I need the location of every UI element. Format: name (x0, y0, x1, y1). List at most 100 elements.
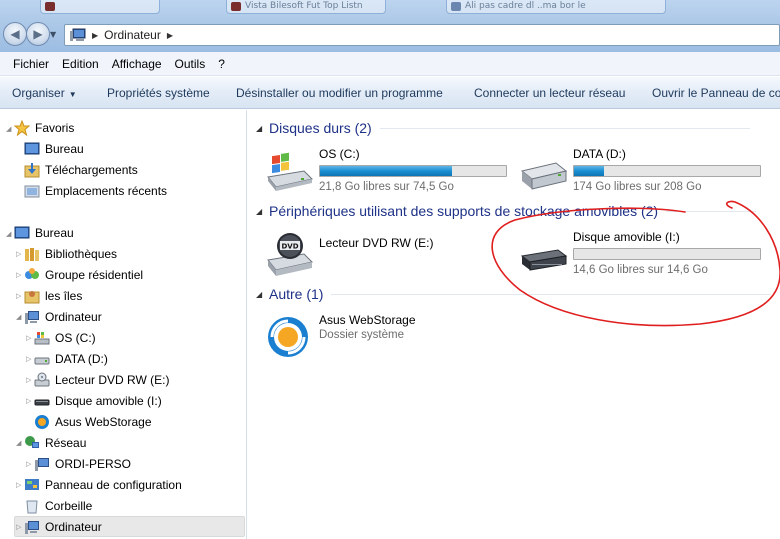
recent-pages-dropdown-icon[interactable]: ▼ (50, 30, 56, 39)
homegroup-icon (24, 267, 40, 283)
sidebar-item-drive-e[interactable]: Lecteur DVD RW (E:) (34, 370, 169, 390)
sidebar-item-network[interactable]: Réseau (24, 433, 86, 453)
computer-icon (24, 519, 40, 535)
sidebar-item-network-computer[interactable]: ORDI-PERSO (34, 454, 131, 474)
group-divider (379, 127, 750, 129)
forward-button[interactable]: ▶ (26, 22, 50, 46)
sidebar-item-computer[interactable]: Ordinateur (24, 307, 102, 327)
expand-arrow-icon[interactable]: ▷ (26, 397, 34, 405)
group-header-other[interactable]: Autre (1) (269, 284, 772, 304)
sidebar-item-label: Ordinateur (45, 310, 102, 324)
sidebar-item-bureau[interactable]: Bureau (24, 139, 84, 159)
menu-edition[interactable]: Edition (62, 57, 99, 71)
control-panel-icon (24, 477, 40, 493)
expand-arrow-icon[interactable]: ▷ (26, 355, 34, 363)
sidebar-item-label: Ordinateur (45, 520, 102, 534)
menu-outils[interactable]: Outils (175, 57, 206, 71)
sidebar-item-recycle-bin[interactable]: Corbeille (24, 496, 92, 516)
map-network-drive-button[interactable]: Connecter un lecteur réseau (474, 86, 625, 100)
expand-arrow-icon[interactable]: ▷ (26, 460, 34, 468)
background-tab[interactable]: Ali pas cadre dl ..ma bor le (446, 0, 666, 14)
expand-arrow-icon[interactable]: ▷ (16, 481, 24, 489)
sidebar-item-label: Corbeille (45, 499, 93, 513)
drive-name: DATA (D:) (573, 147, 626, 161)
breadcrumb-separator-icon[interactable]: ▶ (167, 31, 173, 40)
sidebar-item-drive-c[interactable]: OS (C:) (34, 328, 96, 348)
item-subtitle: Dossier système (319, 329, 404, 341)
sidebar-item-label: Réseau (45, 436, 87, 450)
sidebar-item-drive-i[interactable]: Disque amovible (I:) (34, 391, 162, 411)
drive-usage-fill (574, 166, 604, 176)
uninstall-program-button[interactable]: Désinstaller ou modifier un programme (236, 86, 443, 100)
expand-arrow-icon[interactable]: ▷ (26, 334, 34, 342)
expand-arrow-icon[interactable]: ▷ (16, 271, 24, 279)
expand-arrow-icon[interactable]: ▷ (16, 292, 24, 300)
sidebar-item-label: Téléchargements (45, 163, 138, 177)
sidebar-item-libraries[interactable]: Bibliothèques (24, 244, 117, 264)
title-bar: Vista Bilesoft Fut Top Listn Ali pas cad… (0, 0, 780, 52)
breadcrumb-separator-icon[interactable]: ▶ (92, 31, 98, 40)
group-header-hard-drives[interactable]: Disques durs (2) (269, 118, 750, 138)
sidebar-item-downloads[interactable]: Téléchargements (24, 160, 138, 180)
sidebar-item-label: Emplacements récents (45, 184, 168, 198)
sidebar-item-label: Groupe résidentiel (45, 268, 144, 282)
sidebar-item-label: DATA (D:) (55, 352, 108, 366)
back-button[interactable]: ◀ (3, 22, 27, 46)
sidebar-item-label: les îles (45, 289, 83, 303)
system-drive-icon (34, 330, 50, 346)
sidebar-item-recent-places[interactable]: Emplacements récents (24, 181, 167, 201)
group-header-removable[interactable]: Périphériques utilisant des supports de … (269, 201, 757, 221)
chevron-down-icon: ▼ (68, 90, 77, 99)
breadcrumb-item[interactable]: Ordinateur (104, 28, 161, 42)
drive-tile-c[interactable]: OS (C:) 21,8 Go libres sur 74,5 Go (266, 147, 516, 195)
sidebar-item-computer-selected[interactable]: Ordinateur (24, 517, 102, 537)
drive-tile-i[interactable]: Disque amovible (I:) 14,6 Go libres sur … (520, 230, 770, 278)
expand-arrow-icon[interactable]: ▷ (16, 250, 24, 258)
sidebar-item-label: Favoris (35, 121, 75, 135)
expand-arrow-icon[interactable]: ▷ (16, 523, 24, 531)
drive-tile-d[interactable]: DATA (D:) 174 Go libres sur 208 Go (520, 147, 770, 195)
sidebar-item-label: OS (C:) (55, 331, 96, 345)
background-tab[interactable]: Vista Bilesoft Fut Top Listn (226, 0, 386, 14)
menu-fichier[interactable]: Fichier (13, 57, 49, 71)
collapse-group-icon[interactable]: ◢ (256, 207, 262, 216)
dvd-drive-icon (34, 372, 50, 388)
sidebar-item-desktop-root[interactable]: Bureau (14, 223, 74, 243)
asus-webstorage-tile[interactable]: Asus WebStorage Dossier système (266, 313, 516, 361)
drive-name: Lecteur DVD RW (E:) (319, 236, 434, 250)
background-tab[interactable] (40, 0, 160, 14)
menu-help[interactable]: ? (218, 57, 225, 71)
drive-tile-e[interactable]: DVD Lecteur DVD RW (E:) (266, 230, 516, 278)
sidebar-item-homegroup[interactable]: Groupe résidentiel (24, 265, 143, 285)
collapse-arrow-icon[interactable]: ◢ (6, 230, 14, 238)
system-properties-button[interactable]: Propriétés système (107, 86, 210, 100)
collapse-group-icon[interactable]: ◢ (256, 290, 262, 299)
group-divider (331, 293, 772, 295)
organiser-button[interactable]: Organiser ▼ (12, 86, 77, 100)
sidebar-item-control-panel[interactable]: Panneau de configuration (24, 475, 182, 495)
star-icon (13, 119, 31, 137)
drive-usage-bar (573, 248, 761, 260)
drive-free-space: 174 Go libres sur 208 Go (573, 181, 702, 193)
sidebar-item-favorites[interactable]: Favoris (13, 118, 75, 138)
sidebar-item-asus-webstorage[interactable]: Asus WebStorage (34, 412, 152, 432)
open-control-panel-button[interactable]: Ouvrir le Panneau de co (652, 86, 780, 100)
dvd-drive-icon: DVD (267, 233, 313, 276)
content-pane: ◢ Disques durs (2) OS (C:) 21,8 Go libre… (248, 110, 780, 539)
collapse-group-icon[interactable]: ◢ (256, 124, 262, 133)
collapse-arrow-icon[interactable]: ◢ (16, 313, 24, 321)
libraries-icon (24, 246, 40, 262)
sidebar-item-user-folder[interactable]: les îles (24, 286, 82, 306)
network-icon (24, 435, 40, 451)
collapse-arrow-icon[interactable]: ◢ (6, 125, 14, 133)
asus-webstorage-icon (268, 317, 308, 357)
command-toolbar: Organiser ▼ Propriétés système Désinstall… (0, 77, 780, 109)
sidebar-item-drive-d[interactable]: DATA (D:) (34, 349, 108, 369)
download-folder-icon (24, 162, 40, 178)
menu-affichage[interactable]: Affichage (112, 57, 162, 71)
drive-usage-bar (319, 165, 507, 177)
expand-arrow-icon[interactable]: ▷ (26, 376, 34, 384)
address-bar[interactable]: ▶ Ordinateur ▶ (64, 24, 780, 46)
collapse-arrow-icon[interactable]: ◢ (16, 439, 24, 447)
organiser-label: Organiser (12, 86, 65, 100)
